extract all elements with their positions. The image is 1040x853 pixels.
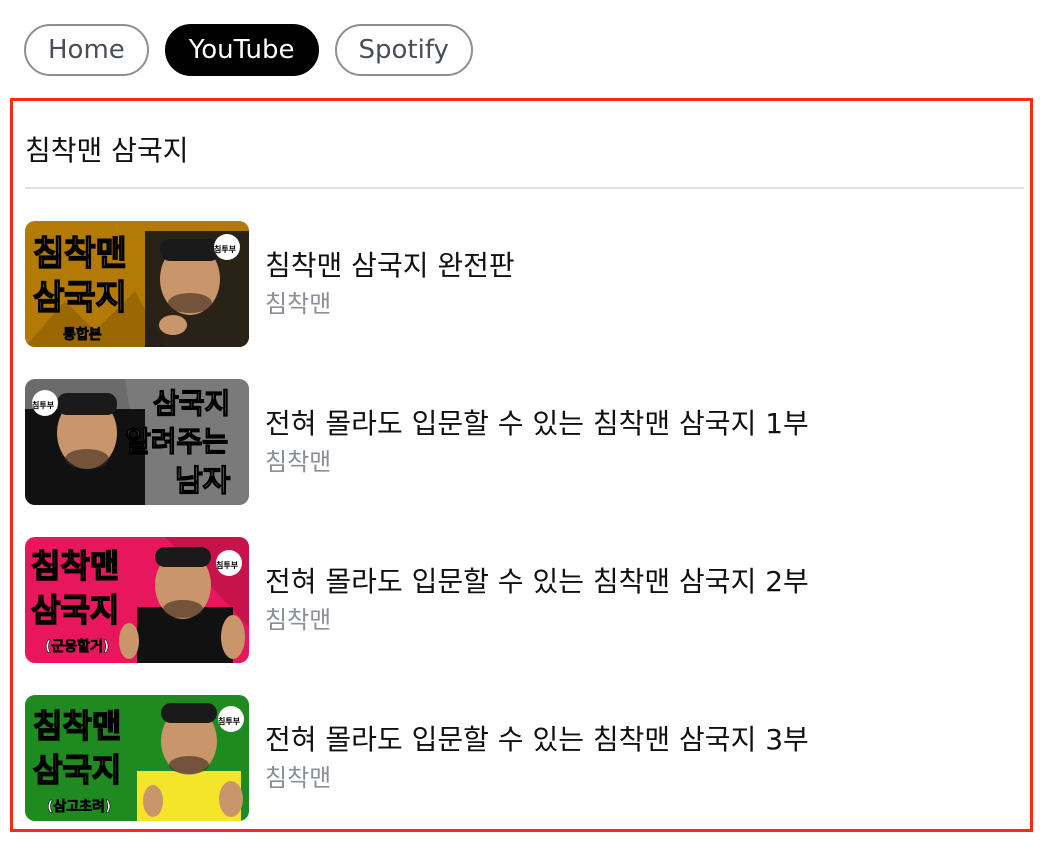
video-thumbnail[interactable]: 침투부 삼국지 알려주는 남자 — [25, 379, 249, 505]
thumb-text: 침착맨 — [33, 234, 127, 274]
playlist-title: 침착맨 삼국지 — [25, 134, 189, 167]
tab-youtube[interactable]: YouTube — [164, 24, 319, 76]
thumb-text: 삼국지 — [153, 387, 230, 420]
video-item[interactable]: 침착맨 삼국지 통합본 침투부 침착맨 삼국지 완전판 침착맨 — [25, 221, 1024, 347]
thumb-subtext: (삼고초려) — [47, 798, 111, 815]
video-thumbnail[interactable]: 침투부 침착맨 삼국지 (삼고초려) — [25, 695, 249, 821]
tab-spotify[interactable]: Spotify — [334, 24, 473, 76]
thumb-badge: 침투부 — [218, 716, 241, 726]
playlist-panel: 침착맨 삼국지 침착맨 삼국지 통합본 침투부 침착맨 삼국지 완전판 침착맨 … — [10, 98, 1033, 832]
video-title[interactable]: 침착맨 삼국지 완전판 — [265, 247, 515, 285]
channel-name[interactable]: 침착맨 — [265, 445, 809, 479]
thumb-badge: 침투부 — [214, 244, 237, 254]
video-list: 침착맨 삼국지 통합본 침투부 침착맨 삼국지 완전판 침착맨 침투부 삼국지 … — [25, 221, 1024, 853]
video-item[interactable]: 침투부 침착맨 삼국지 (군웅할거) 전혀 몰라도 입문할 수 있는 침착맨 삼… — [25, 537, 1024, 663]
thumb-subtext: (군웅할거) — [45, 638, 109, 655]
video-title[interactable]: 전혀 몰라도 입문할 수 있는 침착맨 삼국지 2부 — [265, 563, 809, 601]
thumb-text: 남자 — [175, 464, 231, 499]
channel-name[interactable]: 침착맨 — [265, 287, 515, 321]
video-meta: 전혀 몰라도 입문할 수 있는 침착맨 삼국지 1부 침착맨 — [265, 405, 809, 479]
thumb-text: 침착맨 — [31, 547, 119, 585]
thumb-text: 삼국지 — [33, 751, 121, 789]
video-meta: 전혀 몰라도 입문할 수 있는 침착맨 삼국지 3부 침착맨 — [265, 721, 809, 795]
video-item[interactable]: 침투부 삼국지 알려주는 남자 전혀 몰라도 입문할 수 있는 침착맨 삼국지 … — [25, 379, 1024, 505]
thumb-badge: 침투부 — [216, 560, 239, 570]
tab-home[interactable]: Home — [24, 24, 149, 76]
video-meta: 전혀 몰라도 입문할 수 있는 침착맨 삼국지 2부 침착맨 — [265, 563, 809, 637]
thumb-subtext: 통합본 — [63, 326, 102, 343]
thumb-text: 알려주는 — [125, 425, 228, 458]
thumb-text: 침착맨 — [33, 707, 121, 745]
channel-name[interactable]: 침착맨 — [265, 761, 809, 795]
thumb-text: 삼국지 — [33, 278, 127, 318]
thumb-text: 삼국지 — [31, 591, 119, 629]
channel-name[interactable]: 침착맨 — [265, 603, 809, 637]
video-thumbnail[interactable]: 침착맨 삼국지 통합본 침투부 — [25, 221, 249, 347]
video-title[interactable]: 전혀 몰라도 입문할 수 있는 침착맨 삼국지 3부 — [265, 721, 809, 759]
thumb-badge: 침투부 — [32, 400, 55, 410]
video-thumbnail[interactable]: 침투부 침착맨 삼국지 (군웅할거) — [25, 537, 249, 663]
video-item[interactable]: 침투부 침착맨 삼국지 (삼고초려) 전혀 몰라도 입문할 수 있는 침착맨 삼… — [25, 695, 1024, 821]
video-meta: 침착맨 삼국지 완전판 침착맨 — [265, 247, 515, 321]
divider — [25, 187, 1024, 189]
video-title[interactable]: 전혀 몰라도 입문할 수 있는 침착맨 삼국지 1부 — [265, 405, 809, 443]
source-tabs: Home YouTube Spotify — [24, 24, 473, 76]
